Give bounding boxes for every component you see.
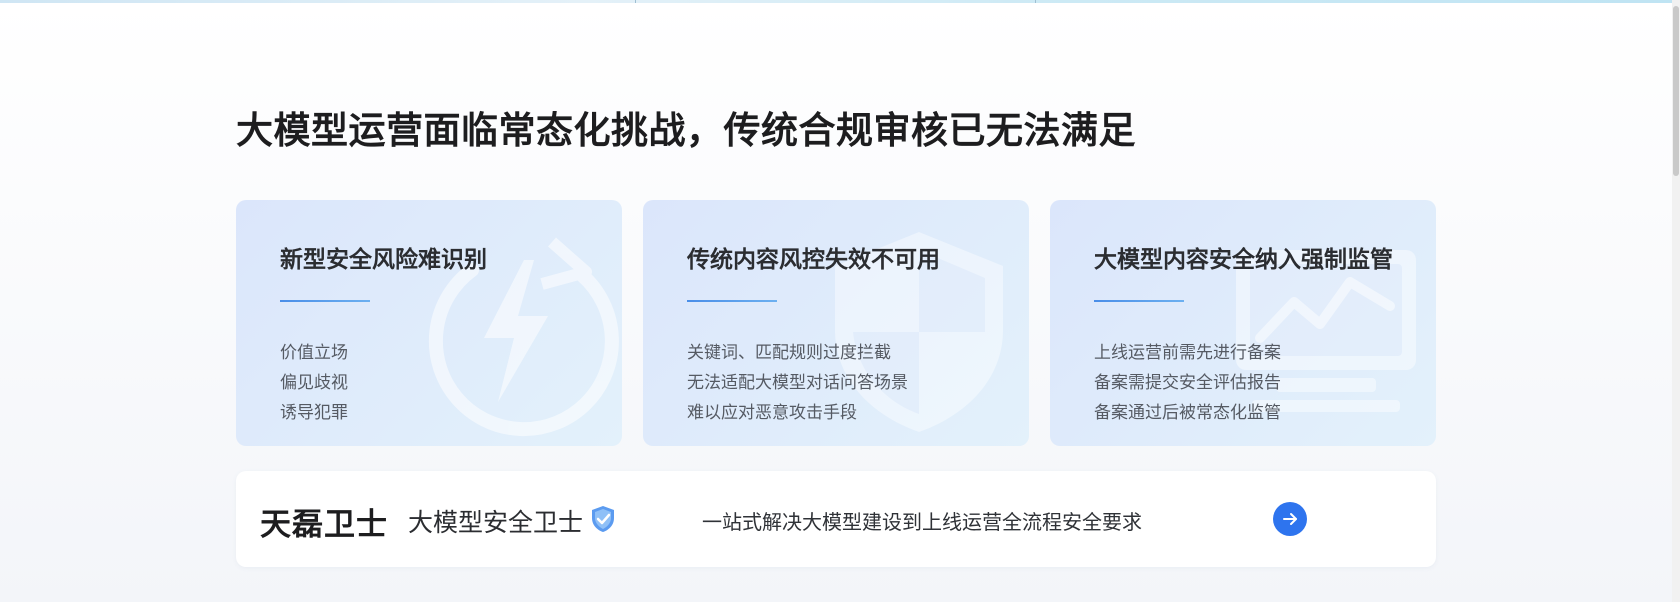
challenge-card: 传统内容风控失效不可用 关键词、匹配规则过度拦截 无法适配大模型对话问答场景 难…: [643, 200, 1029, 446]
list-item: 无法适配大模型对话问答场景: [687, 373, 908, 393]
challenge-card: 大模型内容安全纳入强制监管 上线运营前需先进行备案 备案需提交安全评估报告 备案…: [1050, 200, 1436, 446]
card-list: 上线运营前需先进行备案 备案需提交安全评估报告 备案通过后被常态化监管: [1094, 338, 1281, 428]
product-name: 大模型安全卫士: [408, 508, 584, 537]
shield-check-icon: [592, 506, 614, 532]
list-item: 价值立场: [280, 343, 348, 363]
card-title: 新型安全风险难识别: [280, 247, 487, 273]
list-item: 偏见歧视: [280, 373, 348, 393]
card-list: 关键词、匹配规则过度拦截 无法适配大模型对话问答场景 难以应对恶意攻击手段: [687, 338, 908, 428]
list-item: 备案需提交安全评估报告: [1094, 373, 1281, 393]
top-progress-strip: [0, 0, 1672, 3]
product-banner[interactable]: 天磊卫士 大模型安全卫士 一站式解决大模型建设到上线运营全流程安全要求: [236, 471, 1436, 567]
card-list: 价值立场 偏见歧视 诱导犯罪: [280, 338, 348, 428]
banner-slogan: 一站式解决大模型建设到上线运营全流程安全要求: [702, 510, 1142, 534]
card-divider: [1094, 300, 1184, 302]
go-button[interactable]: [1273, 502, 1307, 536]
challenge-card: 新型安全风险难识别 价值立场 偏见歧视 诱导犯罪: [236, 200, 622, 446]
card-divider: [280, 300, 370, 302]
list-item: 难以应对恶意攻击手段: [687, 403, 857, 423]
list-item: 备案通过后被常态化监管: [1094, 403, 1281, 423]
challenge-cards: 新型安全风险难识别 价值立场 偏见歧视 诱导犯罪 传统内容风控失效不可用 关键词…: [236, 200, 1436, 446]
card-title: 大模型内容安全纳入强制监管: [1094, 247, 1393, 273]
list-item: 诱导犯罪: [280, 403, 348, 423]
brand-name: 天磊卫士: [260, 507, 388, 543]
card-divider: [687, 300, 777, 302]
strip-divider: [1035, 0, 1036, 3]
section-title: 大模型运营面临常态化挑战，传统合规审核已无法满足: [236, 109, 1136, 152]
arrow-right-icon: [1283, 513, 1297, 525]
scrollbar[interactable]: [1672, 0, 1680, 602]
card-title: 传统内容风控失效不可用: [687, 247, 940, 273]
scrollbar-thumb[interactable]: [1673, 6, 1679, 176]
strip-divider: [635, 0, 636, 3]
list-item: 上线运营前需先进行备案: [1094, 343, 1281, 363]
list-item: 关键词、匹配规则过度拦截: [687, 343, 891, 363]
